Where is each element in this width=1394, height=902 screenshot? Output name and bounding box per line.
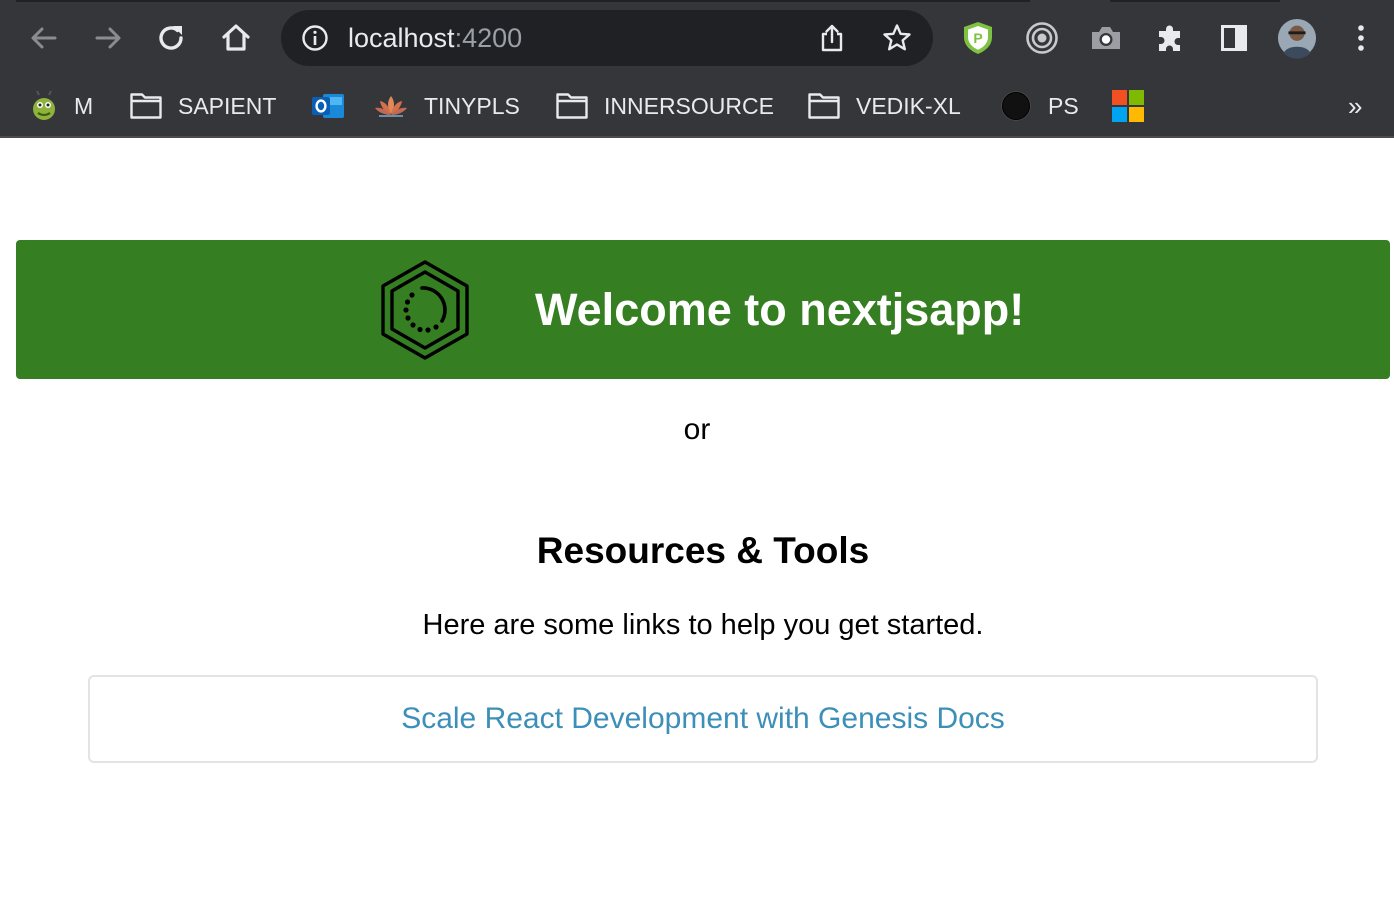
arrow-left-icon [31,27,57,49]
bookmark-m[interactable]: M [30,86,93,126]
welcome-banner: Welcome to nextjsapp! [16,240,1390,379]
info-circle-icon[interactable] [301,24,329,52]
microsoft-icon [1112,90,1144,122]
reload-button[interactable] [152,18,192,58]
avatar-icon [1277,18,1317,59]
arrow-right-icon [95,27,121,49]
outlook-icon [312,94,344,118]
purevpn-extension[interactable]: P [958,18,998,58]
tab-strip-edge [0,0,1394,2]
browser-menu-button[interactable] [1341,18,1381,58]
bookmark-microsoft[interactable] [1112,86,1144,126]
kebab-menu-icon [1358,25,1364,51]
extensions-button[interactable] [1150,18,1190,58]
bookmark-vedik-xl[interactable]: VEDIK-XL [808,86,961,126]
url-port: :4200 [454,23,523,53]
nx-hexagon-icon [381,260,469,360]
bug-icon [33,90,55,120]
profile-avatar[interactable] [1277,18,1317,59]
bookmark-sapient[interactable]: SAPIENT [130,86,276,126]
star-icon[interactable] [881,22,913,54]
side-panel-icon [1221,25,1247,51]
camera-icon [1092,27,1120,49]
bookmark-label: PS [1048,93,1079,119]
folder-icon [808,93,840,119]
camera-extension[interactable] [1086,18,1126,58]
address-bar[interactable]: localhost:4200 [281,10,933,66]
browser-toolbar: localhost:4200 P [0,0,1394,76]
resources-subtitle: Here are some links to help you get star… [422,609,984,641]
folder-icon [556,93,588,119]
bookmark-tinypls[interactable]: TINYPLS [374,86,520,126]
bookmark-innersource[interactable]: INNERSOURCE [556,86,774,126]
bookmark-label: VEDIK-XL [856,93,961,119]
puzzle-piece-icon [1159,25,1180,51]
back-button[interactable] [24,18,64,58]
page-title: Welcome to nextjsapp! [535,284,1025,335]
share-icon[interactable] [817,23,847,53]
bookmark-outlook[interactable] [311,86,345,126]
svg-text:P: P [973,30,982,46]
genesis-docs-link-label: Scale React Development with Genesis Doc… [401,702,1005,735]
target-extension[interactable] [1022,18,1062,58]
home-button[interactable] [216,18,256,58]
side-panel-button[interactable] [1214,18,1254,58]
purevpn-shield-icon: P [964,22,992,54]
bookmarks-bar: M SAPIENT TINYPLS INNERSOURCE VEDIK-XL P… [0,76,1394,138]
bookmark-label: SAPIENT [178,93,277,119]
circle-icon [1001,91,1031,121]
reload-icon [159,26,183,50]
bookmarks-overflow-button[interactable]: » [1348,86,1362,126]
url-host: localhost [348,23,455,53]
or-separator: or [683,413,711,446]
forward-button[interactable] [88,18,128,58]
resources-heading: Resources & Tools [536,530,870,571]
bookmark-label: TINYPLS [424,93,520,119]
bookmark-label: INNERSOURCE [604,93,774,119]
url-text[interactable]: localhost:4200 [348,23,522,53]
bookmark-ps[interactable]: PS [1000,86,1079,126]
genesis-docs-link[interactable]: Scale React Development with Genesis Doc… [88,675,1318,763]
bookmark-label: M [74,93,94,119]
lotus-icon [375,96,407,117]
folder-icon [130,93,162,119]
target-icon [1026,22,1058,54]
home-icon [222,24,250,51]
